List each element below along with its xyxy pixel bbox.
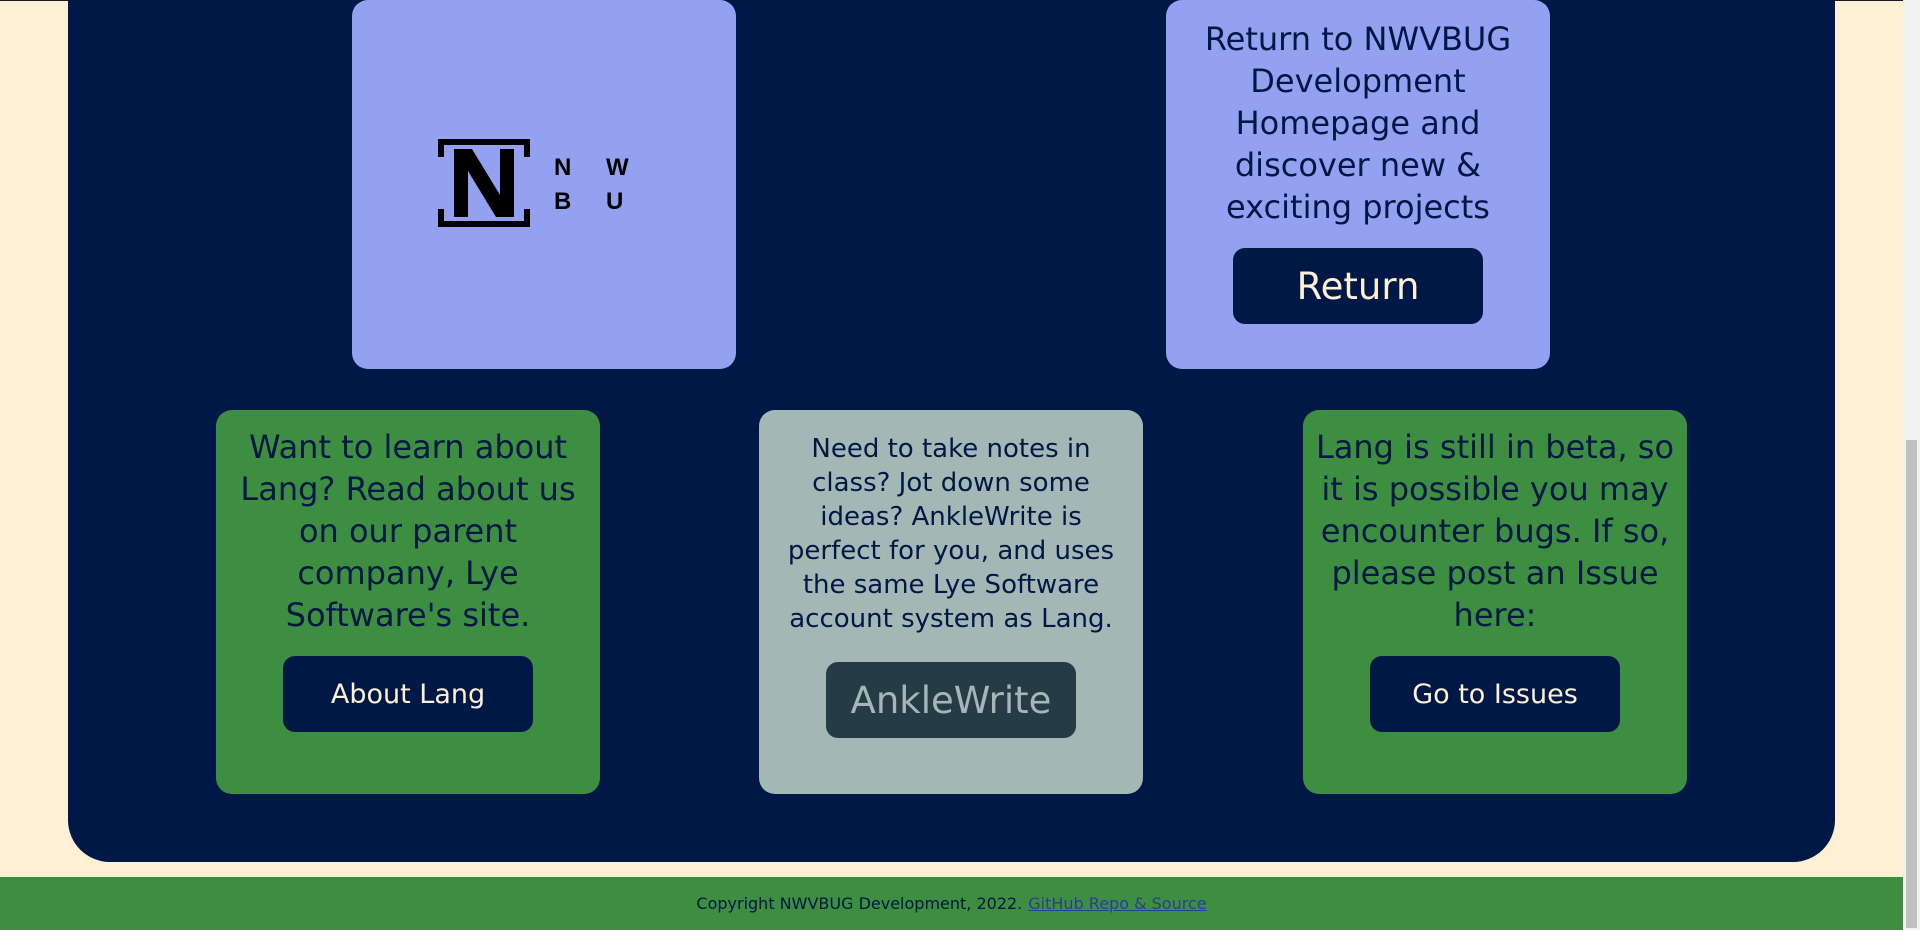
footer: Copyright NWVBUG Development, 2022. GitH…	[0, 877, 1903, 930]
nwvbug-logo-mark-icon: N W V B U G	[438, 138, 654, 227]
go-to-issues-button[interactable]: Go to Issues	[1370, 656, 1620, 732]
return-card: Return to NWVBUG Development Homepage an…	[1166, 0, 1550, 369]
nwvbug-logo: N W V B U G	[434, 16, 654, 369]
about-lang-button[interactable]: About Lang	[283, 656, 533, 732]
anklewrite-card-text: Need to take notes in class? Jot down so…	[787, 434, 1115, 634]
issues-card-text: Lang is still in beta, so it is possible…	[1315, 428, 1675, 634]
return-card-text: Return to NWVBUG Development Homepage an…	[1204, 20, 1512, 226]
about-lang-card: Want to learn about Lang? Read about us …	[216, 410, 600, 794]
return-button[interactable]: Return	[1233, 248, 1483, 324]
main-panel: N W V B U G Return to NWVBUG Development…	[68, 0, 1835, 862]
about-lang-card-text: Want to learn about Lang? Read about us …	[240, 428, 576, 634]
anklewrite-button[interactable]: AnkleWrite	[826, 662, 1076, 738]
footer-copyright: Copyright NWVBUG Development, 2022.	[696, 894, 1023, 913]
logo-text-line2: B U G	[554, 188, 654, 215]
anklewrite-card: Need to take notes in class? Jot down so…	[759, 410, 1143, 794]
issues-card: Lang is still in beta, so it is possible…	[1303, 410, 1687, 794]
logo-card: N W V B U G	[352, 0, 736, 369]
github-repo-link[interactable]: GitHub Repo & Source	[1028, 894, 1206, 913]
page-scrollbar[interactable]	[1903, 0, 1920, 930]
scrollbar-thumb[interactable]	[1906, 440, 1917, 928]
logo-text-line1: N W V	[554, 154, 654, 181]
